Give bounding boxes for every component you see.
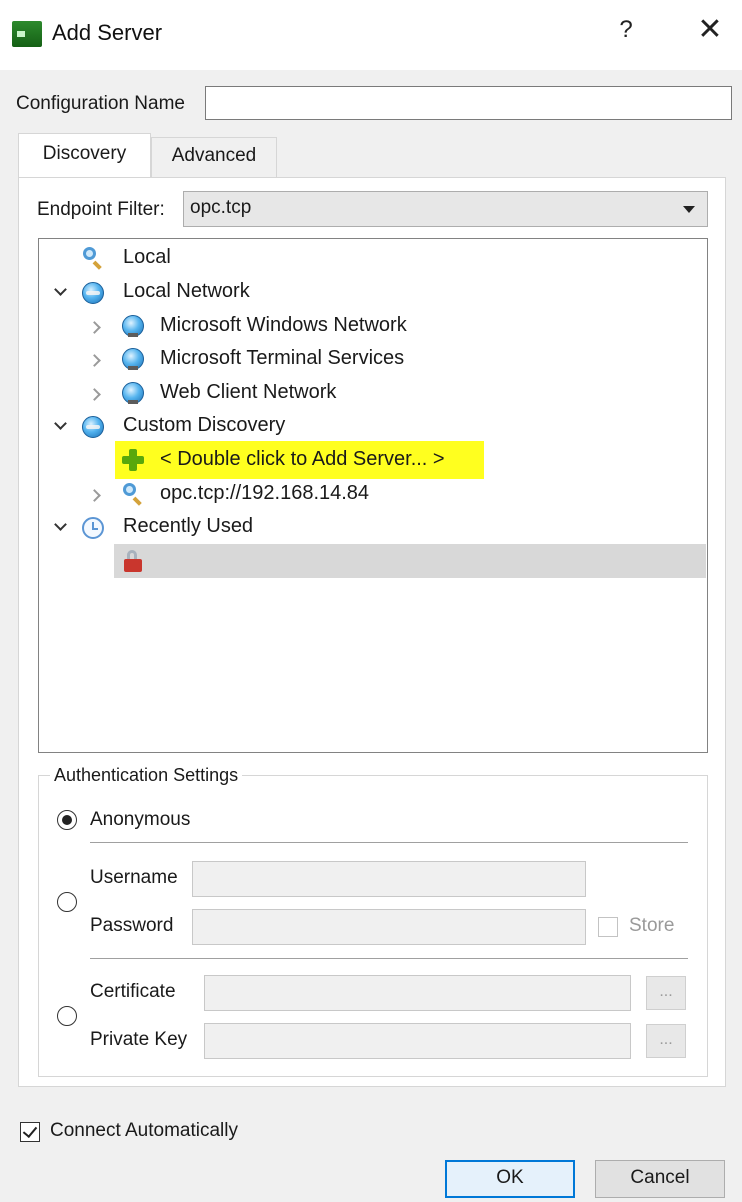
network-computer-icon	[122, 348, 144, 370]
network-computer-icon	[122, 382, 144, 404]
chevron-down-icon[interactable]	[54, 284, 68, 298]
add-server-dialog: Add Server ? ✕ Configuration Name Discov…	[0, 0, 742, 1202]
tree-item-label: Microsoft Terminal Services	[160, 347, 405, 369]
chevron-down-icon[interactable]	[54, 418, 68, 432]
endpoint-filter-select[interactable]: opc.tcp	[183, 191, 708, 227]
globe-icon	[82, 416, 104, 438]
tree-item-label: Microsoft Windows Network	[160, 314, 407, 336]
tree-item-label: Recently Used	[123, 515, 254, 537]
anonymous-label: Anonymous	[90, 809, 191, 830]
chevron-right-icon[interactable]	[90, 320, 104, 334]
store-checkbox[interactable]	[598, 917, 618, 937]
certificate-label: Certificate	[90, 981, 176, 1002]
chevron-down-icon[interactable]	[54, 519, 68, 533]
password-input[interactable]	[192, 909, 586, 945]
endpoint-filter-label: Endpoint Filter:	[37, 199, 165, 220]
connect-automatically-checkbox[interactable]	[20, 1122, 40, 1142]
authentication-settings-legend: Authentication Settings	[50, 765, 243, 786]
connect-automatically-label: Connect Automatically	[50, 1120, 238, 1141]
tree-item-recent-server[interactable]	[114, 544, 706, 578]
endpoint-filter-value: opc.tcp	[190, 197, 252, 218]
username-input[interactable]	[192, 861, 586, 897]
network-computer-icon	[122, 315, 144, 337]
tree-item-label: opc.tcp://192.168.14.84	[160, 482, 370, 504]
close-button[interactable]: ✕	[694, 12, 726, 47]
tree-item-label: Web Client Network	[160, 381, 337, 403]
plus-icon	[122, 449, 144, 471]
search-icon	[122, 483, 144, 506]
anonymous-radio[interactable]	[57, 810, 77, 830]
chevron-right-icon[interactable]	[90, 387, 104, 401]
certificate-radio[interactable]	[57, 1006, 77, 1026]
globe-icon	[82, 282, 104, 304]
help-button[interactable]: ?	[612, 16, 640, 44]
chevron-right-icon[interactable]	[90, 353, 104, 367]
clock-icon	[82, 517, 104, 539]
password-label: Password	[90, 915, 174, 936]
private-key-label: Private Key	[90, 1029, 188, 1050]
configuration-name-label: Configuration Name	[16, 93, 185, 114]
tree-item-label: Local	[123, 246, 171, 268]
tab-advanced[interactable]: Advanced	[151, 137, 277, 177]
chevron-right-icon[interactable]	[90, 488, 104, 502]
tree-item-label: Custom Discovery	[123, 414, 286, 436]
tab-discovery[interactable]: Discovery	[18, 133, 151, 179]
username-password-radio[interactable]	[57, 892, 77, 912]
chevron-down-icon	[683, 206, 695, 213]
divider	[90, 958, 688, 959]
private-key-input[interactable]	[204, 1023, 631, 1059]
add-server-label: < Double click to Add Server... >	[160, 448, 445, 470]
private-key-browse-button[interactable]: ...	[646, 1024, 686, 1058]
ok-button[interactable]: OK	[445, 1160, 575, 1198]
certificate-browse-button[interactable]: ...	[646, 976, 686, 1010]
certificate-input[interactable]	[204, 975, 631, 1011]
title-bar: Add Server ? ✕	[0, 0, 742, 70]
tree-item-label: Local Network	[123, 280, 250, 302]
app-icon	[12, 21, 42, 47]
window-title: Add Server	[52, 20, 163, 45]
divider	[90, 842, 688, 843]
search-icon	[82, 247, 104, 270]
username-label: Username	[90, 867, 178, 888]
store-label: Store	[629, 915, 675, 936]
lock-icon	[122, 550, 144, 572]
configuration-name-input[interactable]	[205, 86, 732, 120]
cancel-button[interactable]: Cancel	[595, 1160, 725, 1198]
